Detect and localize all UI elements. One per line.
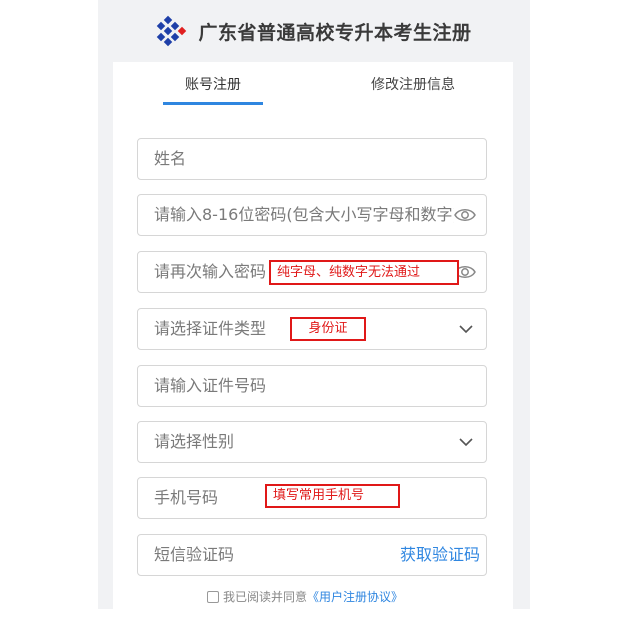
registration-panel: 广东省普通高校专升本考生注册 账号注册 修改注册信息 姓名 请输入8-16位密码… bbox=[98, 0, 530, 622]
registration-card: 账号注册 修改注册信息 姓名 请输入8-16位密码(包含大小写字母和数字) 请再… bbox=[113, 62, 513, 622]
name-field[interactable]: 姓名 bbox=[137, 138, 487, 180]
eye-icon[interactable] bbox=[454, 206, 476, 224]
tab-modify-registration[interactable]: 修改注册信息 bbox=[371, 74, 455, 94]
id-number-field[interactable]: 请输入证件号码 bbox=[137, 365, 487, 407]
active-tab-indicator bbox=[163, 102, 263, 105]
header: 广东省普通高校专升本考生注册 bbox=[98, 0, 530, 62]
tab-bar: 账号注册 修改注册信息 bbox=[113, 62, 513, 106]
password-confirm-placeholder: 请再次输入密码 bbox=[154, 262, 267, 281]
id-number-placeholder: 请输入证件号码 bbox=[154, 376, 267, 395]
agreement-link[interactable]: 《用户注册协议》 bbox=[307, 588, 403, 605]
phone-annotation: 填写常用手机号 bbox=[265, 484, 400, 508]
sms-code-placeholder: 短信验证码 bbox=[154, 545, 235, 564]
page-title: 广东省普通高校专升本考生注册 bbox=[198, 21, 472, 44]
logo-icon bbox=[157, 15, 187, 47]
name-placeholder: 姓名 bbox=[154, 149, 187, 168]
phone-placeholder: 手机号码 bbox=[154, 488, 219, 507]
password-placeholder: 请输入8-16位密码(包含大小写字母和数字) bbox=[154, 205, 454, 224]
password-annotation: 纯字母、纯数字无法通过 bbox=[269, 260, 459, 285]
gender-select[interactable]: 请选择性别 bbox=[137, 421, 487, 463]
gender-placeholder: 请选择性别 bbox=[154, 432, 235, 451]
sms-code-field[interactable]: 短信验证码 获取验证码 bbox=[137, 534, 487, 576]
id-type-placeholder: 请选择证件类型 bbox=[154, 319, 267, 338]
agreement-checkbox[interactable] bbox=[207, 590, 219, 603]
get-sms-code-button[interactable]: 获取验证码 bbox=[400, 535, 480, 575]
tab-account-register[interactable]: 账号注册 bbox=[185, 74, 241, 94]
password-field[interactable]: 请输入8-16位密码(包含大小写字母和数字) bbox=[137, 194, 487, 236]
chevron-down-icon bbox=[459, 438, 473, 447]
agreement-row: 我已阅读并同意 《用户注册协议》 bbox=[207, 588, 403, 605]
chevron-down-icon bbox=[459, 325, 473, 334]
agreement-text: 我已阅读并同意 bbox=[223, 590, 308, 604]
id-type-annotation: 身份证 bbox=[290, 317, 366, 341]
